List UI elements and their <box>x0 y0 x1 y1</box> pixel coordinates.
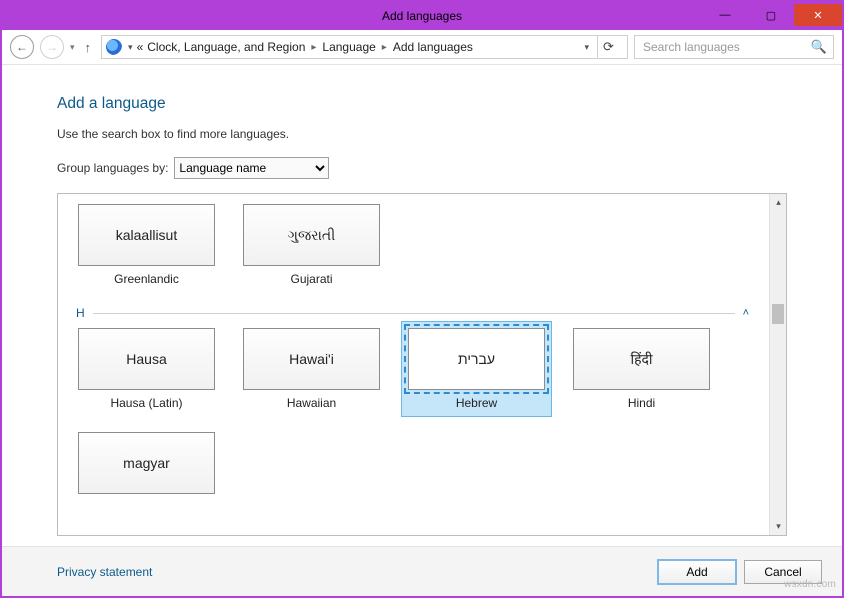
scroll-thumb[interactable] <box>772 304 784 324</box>
language-native-label: ગુજરાતી <box>288 227 335 244</box>
window-root: Add languages — ▢ ✕ ← → ▾ ↑ ▾ « Clock, L… <box>0 0 844 598</box>
scroll-down-button[interactable]: ▾ <box>770 518 787 535</box>
page-title: Add a language <box>57 95 787 113</box>
window-controls: — ▢ ✕ <box>702 4 842 26</box>
control-panel-icon <box>106 39 122 55</box>
scroll-up-button[interactable]: ▴ <box>770 194 787 211</box>
add-button[interactable]: Add <box>658 560 736 584</box>
chevron-right-icon: ▸ <box>309 42 318 53</box>
language-english-label: Hindi <box>573 396 710 410</box>
language-tile-greenlandic[interactable]: kalaallisut <box>78 204 215 266</box>
close-button[interactable]: ✕ <box>794 4 842 26</box>
minimize-button[interactable]: — <box>702 4 748 26</box>
page-subtext: Use the search box to find more language… <box>57 127 787 141</box>
group-header-h[interactable]: H ˄ <box>76 306 755 320</box>
collapse-icon[interactable]: ˄ <box>743 307 755 319</box>
group-divider <box>93 313 735 314</box>
breadcrumb-item-language[interactable]: Language <box>322 40 375 54</box>
footer-bar: Privacy statement Add Cancel <box>2 546 842 596</box>
nav-bar: ← → ▾ ↑ ▾ « Clock, Language, and Region … <box>2 30 842 65</box>
language-row: magyar <box>78 432 755 494</box>
language-tile-hawaiian[interactable]: Hawai'i <box>243 328 380 390</box>
language-native-label: हिंदी <box>630 350 652 369</box>
language-english-label: Hausa (Latin) <box>78 396 215 410</box>
language-native-label: kalaallisut <box>116 227 177 243</box>
breadcrumb[interactable]: ▾ « Clock, Language, and Region ▸ Langua… <box>101 35 628 59</box>
privacy-link[interactable]: Privacy statement <box>57 565 152 579</box>
breadcrumb-root-chevron[interactable]: ▾ <box>128 42 133 53</box>
language-row: Hausa Hausa (Latin) Hawai'i Hawaiian <box>78 328 755 410</box>
scrollbar[interactable]: ▴ ▾ <box>769 194 786 535</box>
language-list-viewport: kalaallisut Greenlandic ગુજરાતી Gujarati… <box>58 194 769 535</box>
group-by-row: Group languages by: Language name <box>57 157 787 179</box>
breadcrumb-item-region[interactable]: Clock, Language, and Region <box>147 40 305 54</box>
window-title: Add languages <box>382 9 462 23</box>
history-dropdown[interactable]: ▾ <box>70 42 75 53</box>
selected-tile-wrap: עברית Hebrew <box>401 321 552 417</box>
language-native-label: Hawai'i <box>289 351 334 367</box>
maximize-button[interactable]: ▢ <box>748 4 794 26</box>
group-by-select[interactable]: Language name <box>174 157 329 179</box>
refresh-button[interactable]: ⟳ <box>597 36 619 58</box>
search-box[interactable]: 🔍 <box>634 35 834 59</box>
language-english-label: Hebrew <box>408 396 545 410</box>
language-native-label: עברית <box>458 351 495 367</box>
language-tile-hausa[interactable]: Hausa <box>78 328 215 390</box>
title-bar: Add languages — ▢ ✕ <box>2 2 842 30</box>
content-area: Add a language Use the search box to fin… <box>2 65 842 546</box>
language-tile-gujarati[interactable]: ગુજરાતી <box>243 204 380 266</box>
language-tile-magyar[interactable]: magyar <box>78 432 215 494</box>
watermark-text: wsxdn.com <box>784 579 836 590</box>
language-english-label: Greenlandic <box>78 272 215 286</box>
language-tile-hindi[interactable]: हिंदी <box>573 328 710 390</box>
forward-button[interactable]: → <box>40 35 64 59</box>
breadcrumb-dropdown[interactable]: ▾ <box>584 42 589 53</box>
language-native-label: magyar <box>123 455 170 471</box>
chevron-right-icon: ▸ <box>380 42 389 53</box>
back-button[interactable]: ← <box>10 35 34 59</box>
search-input[interactable] <box>641 39 811 55</box>
breadcrumb-prefix: « <box>137 40 144 54</box>
language-native-label: Hausa <box>126 351 166 367</box>
breadcrumb-item-add-languages[interactable]: Add languages <box>393 40 473 54</box>
language-row: kalaallisut Greenlandic ગુજરાતી Gujarati <box>78 204 755 286</box>
up-button[interactable]: ↑ <box>81 40 96 55</box>
language-english-label: Gujarati <box>243 272 380 286</box>
search-icon: 🔍 <box>811 39 827 55</box>
group-by-label: Group languages by: <box>57 161 168 175</box>
language-tile-hebrew[interactable]: עברית <box>408 328 545 390</box>
language-list: kalaallisut Greenlandic ગુજરાતી Gujarati… <box>57 193 787 536</box>
language-english-label: Hawaiian <box>243 396 380 410</box>
group-letter: H <box>76 306 85 320</box>
